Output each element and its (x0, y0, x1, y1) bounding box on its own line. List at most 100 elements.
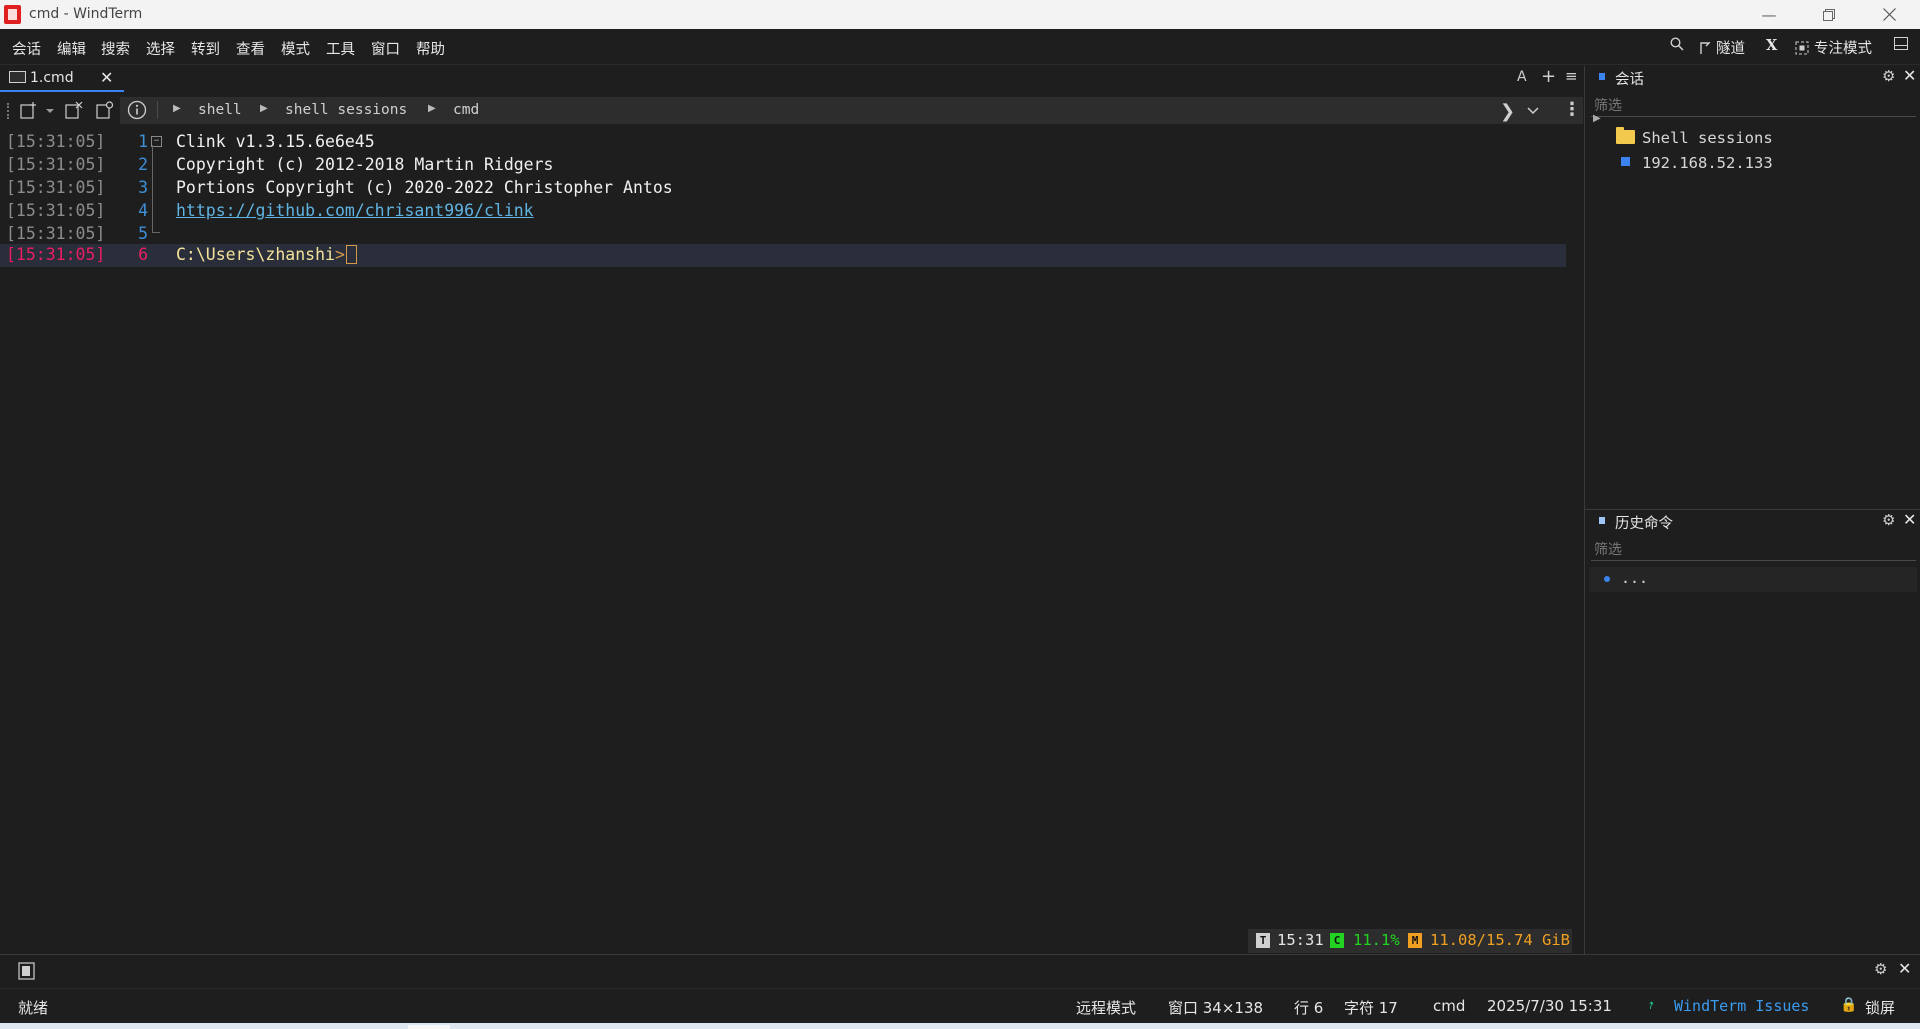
lock-icon: 🔒 (1840, 997, 1858, 1013)
gear-icon[interactable]: ⚙ (1882, 511, 1895, 529)
close-window-button[interactable] (1866, 0, 1912, 29)
menu-view[interactable]: 查看 (236, 38, 265, 59)
panel-layout-icon (1894, 37, 1908, 50)
history-bullet-icon (1604, 576, 1610, 582)
prompt-line: C:\Users\zhanshi> (176, 245, 357, 264)
chevron-down-icon[interactable] (1526, 100, 1540, 124)
terminal-line: [15:31:05] 3 Portions Copyright (c) 2020… (0, 177, 1566, 200)
mem-tag-icon: M (1408, 933, 1422, 948)
breadcrumb: ▶ shell ▶ shell sessions ▶ cmd ❯ (120, 97, 1583, 124)
info-button[interactable] (127, 100, 147, 124)
sessions-panel-header: 会话 ⚙ ✕ (1585, 66, 1920, 90)
cpu-tag-icon: C (1330, 933, 1344, 948)
tunnel-icon (1700, 41, 1711, 54)
windterm-issues-link[interactable]: WindTerm Issues (1674, 997, 1809, 1015)
focus-mode-button[interactable]: 专注模式 (1795, 37, 1872, 58)
breadcrumb-cmd[interactable]: cmd (453, 102, 479, 118)
output-panel-icon[interactable] (18, 962, 35, 984)
line-timestamp: [15:31:05] (6, 132, 106, 151)
tree-item-session-192-168-52-133[interactable]: 192.168.52.133 (1642, 154, 1773, 172)
breadcrumb-arrow-icon: ▶ (260, 103, 268, 114)
search-button[interactable] (1670, 37, 1684, 51)
minimize-button[interactable]: — (1746, 0, 1792, 29)
line-text: Portions Copyright (c) 2020-2022 Christo… (176, 178, 673, 197)
chevron-right-icon[interactable]: ❯ (1500, 101, 1515, 122)
menu-mode[interactable]: 模式 (281, 38, 310, 59)
sessions-filter-input[interactable]: 筛选 (1591, 91, 1916, 117)
folder-tab-shape (1616, 127, 1624, 131)
close-session-button[interactable] (65, 101, 83, 123)
history-list-item[interactable]: ... (1589, 567, 1917, 592)
terminal-current-line: [15:31:05] 6 C:\Users\zhanshi> (0, 244, 1566, 267)
focus-mode-label: 专注模式 (1814, 41, 1872, 57)
title-bar: cmd - WindTerm — (0, 0, 1920, 29)
tree-item-shell-sessions[interactable]: Shell sessions (1642, 129, 1773, 147)
clink-github-link[interactable]: https://github.com/chrisant996/clink (176, 201, 534, 220)
terminal-tab-icon (9, 71, 26, 83)
text-cursor (345, 245, 357, 264)
menu-edit[interactable]: 编辑 (57, 38, 86, 59)
session-settings-button[interactable] (96, 101, 114, 123)
taskbar-strip (0, 1023, 1920, 1029)
history-filter-input[interactable]: 筛选 (1591, 535, 1916, 561)
line-number: 5 (138, 224, 148, 243)
menu-session[interactable]: 会话 (12, 38, 41, 59)
restore-icon (1823, 8, 1835, 21)
menu-help[interactable]: 帮助 (416, 38, 445, 59)
close-icon[interactable]: ✕ (1898, 959, 1911, 978)
terminal-view[interactable]: [15:31:05] 1 − Clink v1.3.15.6e6e45 [15:… (0, 128, 1584, 953)
menu-search[interactable]: 搜索 (101, 38, 130, 59)
close-session-icon (65, 101, 83, 119)
status-row: 行 6 (1294, 999, 1324, 1017)
gear-icon[interactable]: ⚙ (1882, 67, 1895, 85)
gear-icon[interactable]: ⚙ (1874, 960, 1887, 978)
more-options-icon[interactable]: ⋮ (1563, 99, 1581, 120)
terminal-line: [15:31:05] 5 (0, 223, 1566, 246)
monitor-time: 15:31 (1277, 931, 1324, 949)
breadcrumb-arrow-icon: ▶ (173, 103, 181, 114)
search-icon (1670, 37, 1684, 51)
new-tab-button[interactable]: + (1541, 66, 1556, 87)
lock-screen-button[interactable]: 锁屏 (1865, 997, 1895, 1018)
tab-close-icon[interactable]: ✕ (100, 68, 113, 87)
scroll-thumb[interactable] (408, 1025, 450, 1029)
minimize-icon: — (1761, 5, 1777, 24)
breadcrumb-arrow-icon: ▶ (428, 103, 436, 114)
tab-bar: 1.cmd ✕ A + ≡ (0, 66, 1584, 92)
menu-window[interactable]: 窗口 (371, 38, 400, 59)
toolbar-grip-handle[interactable] (7, 103, 11, 119)
menu-tools[interactable]: 工具 (326, 38, 355, 59)
sessions-panel-title: 会话 (1615, 72, 1644, 88)
session-settings-icon (96, 101, 114, 119)
line-number: 4 (138, 201, 148, 220)
x-button[interactable]: X (1766, 37, 1777, 54)
tunnel-button[interactable]: 隧道 (1699, 37, 1745, 58)
x-icon: X (1766, 37, 1778, 54)
status-shell: cmd (1433, 997, 1466, 1015)
menu-select[interactable]: 选择 (146, 38, 175, 59)
session-icon (1621, 157, 1630, 166)
tunnel-label: 隧道 (1716, 41, 1745, 57)
menu-goto[interactable]: 转到 (191, 38, 220, 59)
breadcrumb-shell[interactable]: shell (198, 102, 242, 118)
status-remote-mode[interactable]: 远程模式 (1076, 997, 1136, 1018)
terminal-toolbar: ▶ shell ▶ shell sessions ▶ cmd ❯ ⋮ (0, 94, 1584, 127)
history-item-label: ... (1621, 569, 1649, 587)
status-datetime: 2025/7/30 15:31 (1487, 997, 1612, 1015)
new-session-button[interactable] (20, 101, 54, 123)
tab-menu-button[interactable]: ≡ (1565, 67, 1578, 85)
line-number: 2 (138, 155, 148, 174)
close-icon[interactable]: ✕ (1903, 510, 1916, 529)
history-panel-header: 历史命令 ⚙ ✕ (1585, 510, 1920, 534)
layout-toggle-button[interactable] (1894, 37, 1908, 50)
bottom-panel: ⚙ ✕ (0, 954, 1920, 988)
tab-1-cmd[interactable]: 1.cmd ✕ (0, 66, 124, 92)
expand-arrow-icon[interactable]: ▶ (1593, 113, 1601, 124)
history-panel-title: 历史命令 (1615, 516, 1673, 532)
line-text: Copyright (c) 2012-2018 Martin Ridgers (176, 155, 554, 174)
font-size-button[interactable]: A (1517, 69, 1527, 85)
close-icon[interactable]: ✕ (1903, 66, 1916, 85)
restore-button[interactable] (1806, 0, 1852, 29)
breadcrumb-shell-sessions[interactable]: shell sessions (285, 102, 407, 118)
line-number: 3 (138, 178, 148, 197)
